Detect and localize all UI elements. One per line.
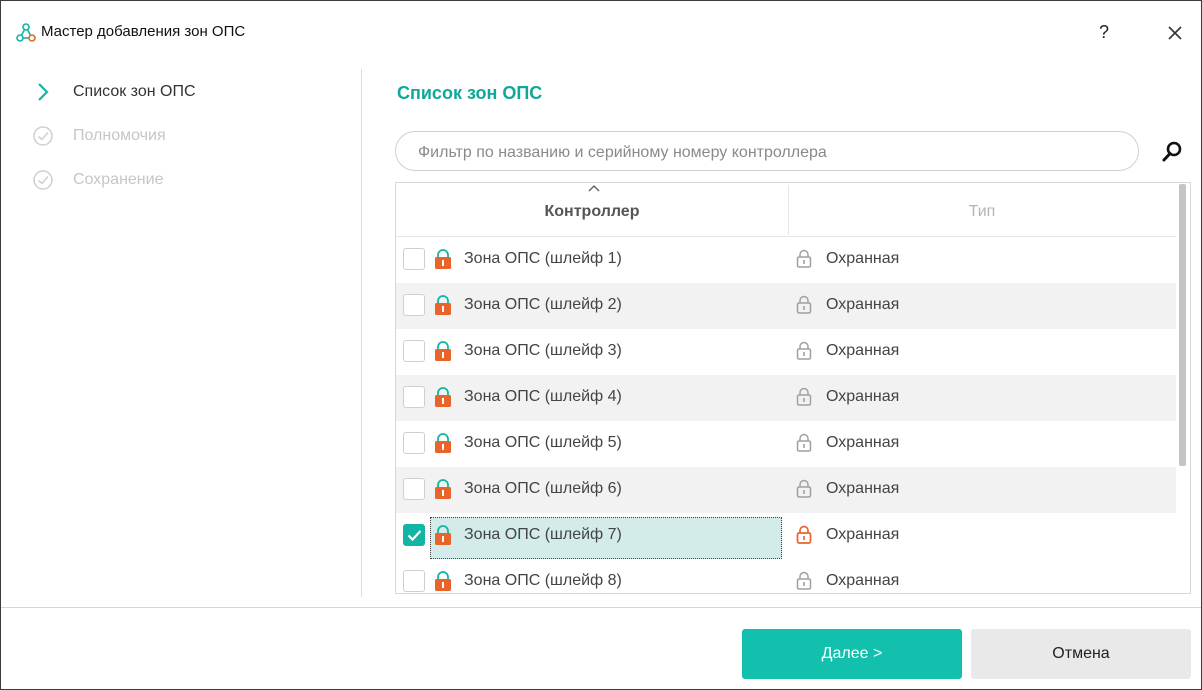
step-zone-list[interactable]: Список зон ОПС [21,79,341,105]
lock-icon [796,341,812,360]
zone-name: Зона ОПС (шлейф 2) [464,296,622,313]
security-zone-icon [435,571,451,591]
row-checkbox[interactable] [403,432,425,454]
table-row[interactable]: Зона ОПС (шлейф 1) Охранная [396,237,1176,283]
checkmark-icon [407,530,422,542]
next-button-mnemonic: Д [821,645,833,662]
page-title: Список зон ОПС [397,83,543,103]
help-button[interactable]: ? [1091,17,1117,47]
lock-icon [796,433,812,452]
lock-icon [796,479,812,498]
step-label: Сохранение [73,171,164,188]
row-checkbox[interactable] [403,340,425,362]
lock-icon [796,249,812,268]
step-label: Список зон ОПС [73,83,196,100]
sidebar-divider [361,69,362,597]
cancel-button[interactable]: Отмена [971,629,1191,679]
scrollbar-thumb[interactable] [1179,184,1186,466]
search-icon[interactable] [1159,139,1185,165]
zone-type: Охранная [826,480,900,497]
check-circle-icon [33,170,53,190]
next-button[interactable]: Далее > [742,629,962,679]
zone-name: Зона ОПС (шлейф 1) [464,250,622,267]
row-checkbox[interactable] [403,248,425,270]
security-zone-icon [435,433,451,453]
zone-type: Охранная [826,342,900,359]
table-row[interactable]: Зона ОПС (шлейф 6) Охранная [396,467,1176,513]
filter-input[interactable] [416,140,1120,166]
security-zone-icon [435,387,451,407]
table-row[interactable]: Зона ОПС (шлейф 4) Охранная [396,375,1176,421]
table-row[interactable]: Зона ОПС (шлейф 8) Охранная [396,559,1176,593]
grid-header: Контроллер Тип [396,183,1176,237]
security-zone-icon [435,249,451,269]
chevron-right-icon [38,83,49,101]
table-row[interactable]: Зона ОПС (шлейф 3) Охранная [396,329,1176,375]
row-checkbox[interactable] [403,524,425,546]
security-zone-icon [435,341,451,361]
wizard-window: Мастер добавления зон ОПС ? Список зон О… [0,0,1202,690]
lock-icon [796,387,812,406]
table-row-selected[interactable]: Зона ОПС (шлейф 7) Охранная [396,513,1176,559]
zone-type: Охранная [826,296,900,313]
grid-scrollbar[interactable] [1178,184,1189,592]
zone-type: Охранная [826,250,900,267]
close-icon[interactable] [1161,19,1189,47]
column-header-controller[interactable]: Контроллер [396,203,788,221]
step-permissions: Полномочия [21,123,341,149]
next-button-label: алее > [832,645,883,662]
step-saving: Сохранение [21,167,341,193]
footer-divider [1,607,1201,608]
security-zone-icon [435,295,451,315]
lock-icon [796,525,812,544]
filter-box[interactable] [395,131,1139,171]
check-circle-icon [33,126,53,146]
zone-name: Зона ОПС (шлейф 7) [464,526,622,543]
table-row[interactable]: Зона ОПС (шлейф 2) Охранная [396,283,1176,329]
zone-type: Охранная [826,388,900,405]
zone-name: Зона ОПС (шлейф 5) [464,434,622,451]
row-checkbox[interactable] [403,478,425,500]
zone-type: Охранная [826,526,900,543]
zone-type: Охранная [826,572,900,589]
network-nodes-icon [16,23,36,42]
sort-ascending-icon [588,185,600,192]
window-title: Мастер добавления зон ОПС [41,23,246,40]
step-label: Полномочия [73,127,166,144]
table-row[interactable]: Зона ОПС (шлейф 5) Охранная [396,421,1176,467]
zone-name: Зона ОПС (шлейф 8) [464,572,622,589]
zone-name: Зона ОПС (шлейф 4) [464,388,622,405]
security-zone-icon [435,525,451,545]
lock-icon [796,571,812,590]
zone-name: Зона ОПС (шлейф 6) [464,480,622,497]
row-checkbox[interactable] [403,386,425,408]
zones-grid: Контроллер Тип Зона ОПС (шлейф 1) Охранн… [395,182,1191,594]
column-header-type[interactable]: Тип [789,203,1175,221]
lock-icon [796,295,812,314]
security-zone-icon [435,479,451,499]
zone-name: Зона ОПС (шлейф 3) [464,342,622,359]
title-bar: Мастер добавления зон ОПС ? [1,1,1201,67]
zone-type: Охранная [826,434,900,451]
row-checkbox[interactable] [403,570,425,592]
row-checkbox[interactable] [403,294,425,316]
